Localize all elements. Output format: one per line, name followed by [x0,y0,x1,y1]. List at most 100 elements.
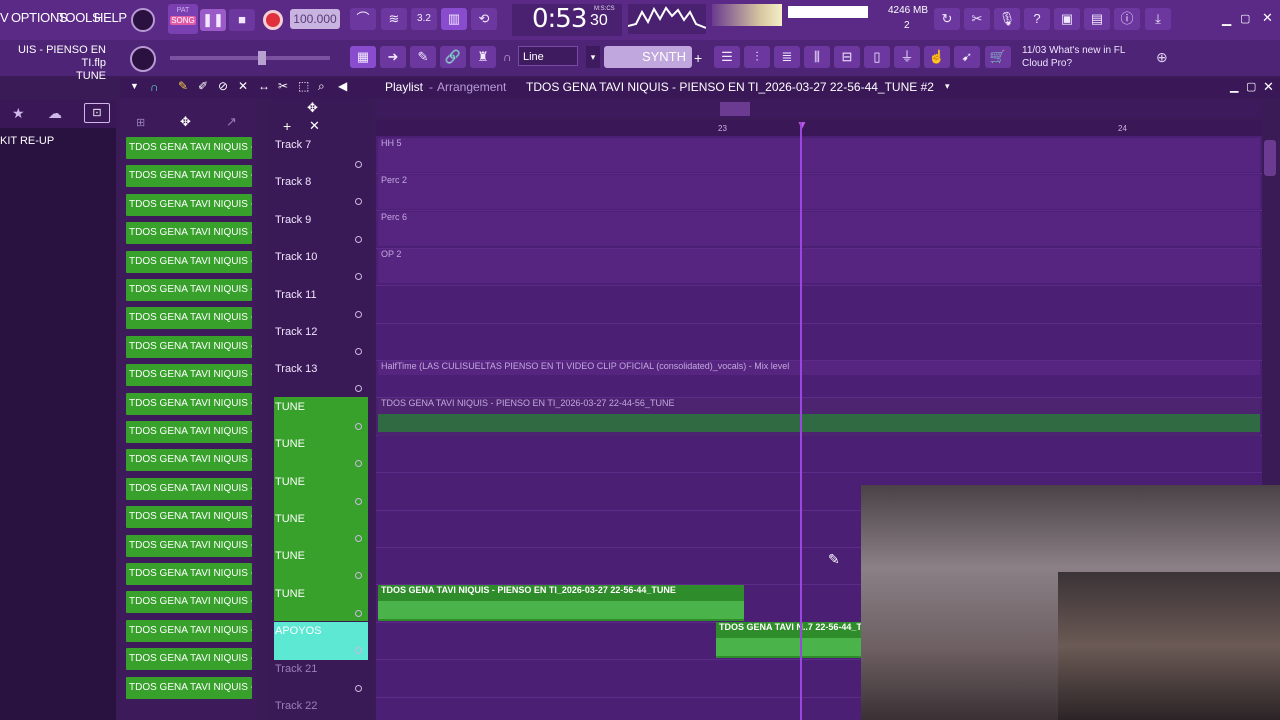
metronome-icon[interactable]: ⌒ [350,8,376,30]
select-tool-icon[interactable]: ⬚ [298,79,309,93]
channel-button[interactable]: TDOS GENA TAVI NIQUIS - ... [126,250,252,273]
channel-button[interactable]: TDOS GENA TAVI NIQUIS - ... [126,421,252,443]
vertical-scrollbar[interactable] [1264,140,1276,176]
timeline-overview[interactable] [376,100,1262,118]
pattern-selector[interactable]: SYNTH [604,46,692,68]
channel-button[interactable]: TDOS GENA TAVI NIQUIS - ... [126,534,252,557]
track-label[interactable]: TUNE [275,550,305,562]
track-label[interactable]: Track 7 [275,139,311,151]
playback-tool-icon[interactable]: ◀ [338,79,347,93]
add-pattern-icon[interactable]: + [694,50,702,66]
delete-tool-icon[interactable]: ⊘ [218,79,228,93]
track-label[interactable]: Track 8 [275,176,311,188]
clip-hh[interactable]: HH 5 [378,138,1260,172]
stamp-icon[interactable]: ♜ [470,46,496,68]
playlist-mode[interactable]: Arrangement [437,80,506,94]
link-icon[interactable]: 🔗 [440,46,466,68]
track-label[interactable]: TUNE [275,588,305,600]
microphone-icon[interactable]: 🎙 [994,8,1020,30]
arrow-right-icon[interactable]: ➜ [380,46,406,68]
slider-handle[interactable] [258,51,266,65]
clip-tune-3[interactable]: TDOS GENA TAVI N..7 22-56-44_T [716,622,862,658]
track-label[interactable]: TUNE [275,476,305,488]
snap-chevron-down-icon[interactable]: ▾ [586,46,600,68]
channel-button[interactable]: TDOS GENA TAVI NIQUIS - ... [126,165,252,188]
picker-automation-icon[interactable]: ↗ [226,114,237,130]
track-lane[interactable] [376,437,1262,474]
track-label[interactable]: Track 11 [275,289,317,301]
step-edit-icon[interactable]: ▥ [441,8,467,30]
timeline-ruler[interactable]: 23 24 ▼ [376,118,1262,136]
pencil-icon[interactable]: ✎ [410,46,436,68]
track-mute-dot[interactable] [355,684,362,692]
magnet-snap-icon[interactable]: ∩ [150,80,159,94]
pattern-list-icon[interactable]: ☰ [714,46,740,68]
track-label[interactable]: Track 22 [275,700,317,712]
playlist-icon[interactable]: ▦ [350,46,376,68]
channel-button[interactable]: TDOS GENA TAVI NIQUIS - ... [126,676,252,699]
channel-button[interactable]: TDOS GENA TAVI NIQUIS - ... [126,449,252,472]
track-scroll-icon[interactable]: ✥ [307,100,318,116]
clip-op2[interactable]: OP 2 [378,249,1260,283]
add-track-icon[interactable]: + [283,118,291,134]
maximize-icon[interactable]: ▢ [1240,12,1250,25]
track-lane[interactable] [376,288,1262,324]
record-button[interactable] [263,10,283,30]
browser-item[interactable]: KIT RE-UP [0,135,54,147]
save-icon[interactable]: ▣ [1054,8,1080,30]
channel-button[interactable]: TDOS GENA TAVI NIQUIS - ... [126,506,252,529]
track-mute-dot[interactable] [355,535,362,542]
clip-halftime[interactable]: HalfTime (LAS CULISUELTAS PIENSO EN TI V… [378,361,1260,375]
tag-icon[interactable]: ➹ [954,46,980,68]
master-pitch-slider[interactable] [170,51,330,65]
channel-rack-icon[interactable]: ≣ [774,46,800,68]
picker-patterns-icon[interactable]: ⊞ [136,116,145,129]
sliders-icon[interactable]: ⫼ [804,46,830,68]
folder-icon[interactable]: ⊡ [84,103,110,123]
touch-icon[interactable]: ☝ [924,46,950,68]
mixer-icon[interactable]: ⫶ [744,46,770,68]
track-label[interactable]: TUNE [275,513,305,525]
close-icon[interactable]: ✕ [1262,10,1273,26]
snap-select[interactable]: Line [518,46,578,66]
wait-input-icon[interactable]: ≋ [381,8,407,30]
clip-tune-2[interactable]: TDOS GENA TAVI NIQUIS - PIENSO EN TI_202… [378,585,744,621]
arrangement-name[interactable]: TDOS GENA TAVI NIQUIS - PIENSO EN TI_202… [526,80,934,94]
channel-button[interactable]: TDOS GENA TAVI NIQUIS - ... [126,477,252,500]
song-time[interactable]: 0:53 [532,4,587,34]
playhead-line[interactable] [800,122,802,720]
track-lane[interactable] [376,325,1262,361]
track-mute-dot[interactable] [355,310,362,318]
news-panel[interactable]: 11/03 What's new in FL Cloud Pro? [1022,44,1125,70]
track-label[interactable]: Track 9 [275,214,311,226]
piano-roll-icon[interactable]: ⊟ [834,46,860,68]
loop-record-icon[interactable]: ⟲ [471,8,497,30]
channel-button[interactable]: TDOS GENA TAVI NIQUIS - ... [126,222,252,245]
channel-button[interactable]: TDOS GENA TAVI NIQUIS - ... [126,648,252,671]
stop-button[interactable]: ■ [229,9,255,31]
tempo-display[interactable]: 100.000 [290,9,340,29]
star-icon[interactable]: ★ [12,105,25,122]
plugin-icon[interactable]: ⏚ [894,46,920,68]
track-label[interactable]: TUNE [275,438,305,450]
cloud-icon[interactable]: ☁ [48,105,62,122]
shop-icon[interactable]: 🛒 [985,46,1011,68]
channel-button[interactable]: TDOS GENA TAVI NIQUIS - ... [126,279,252,301]
arrangement-chevron-down-icon[interactable]: ▾ [945,81,950,92]
track-label[interactable]: Track 10 [275,251,317,263]
master-volume-knob[interactable] [131,8,155,32]
track-mute-dot[interactable] [355,348,362,355]
pause-button[interactable]: ❚❚ [200,9,226,31]
download-icon[interactable]: ⤓ [1145,8,1171,30]
track-mute-dot[interactable] [355,497,362,505]
track-label[interactable]: APOYOS [275,625,321,637]
overview-window[interactable] [720,102,750,116]
zoom-tool-icon[interactable]: ⌕ [318,79,325,94]
track-mute-dot[interactable] [355,609,362,617]
track-label[interactable]: Track 21 [275,663,317,675]
clip-perc2[interactable]: Perc 2 [378,175,1260,209]
playlist-maximize-icon[interactable]: ▢ [1246,80,1256,93]
countdown-icon[interactable]: 3.2 [411,8,437,30]
browser-icon[interactable]: ▯ [864,46,890,68]
clip-perc6[interactable]: Perc 6 [378,212,1260,246]
